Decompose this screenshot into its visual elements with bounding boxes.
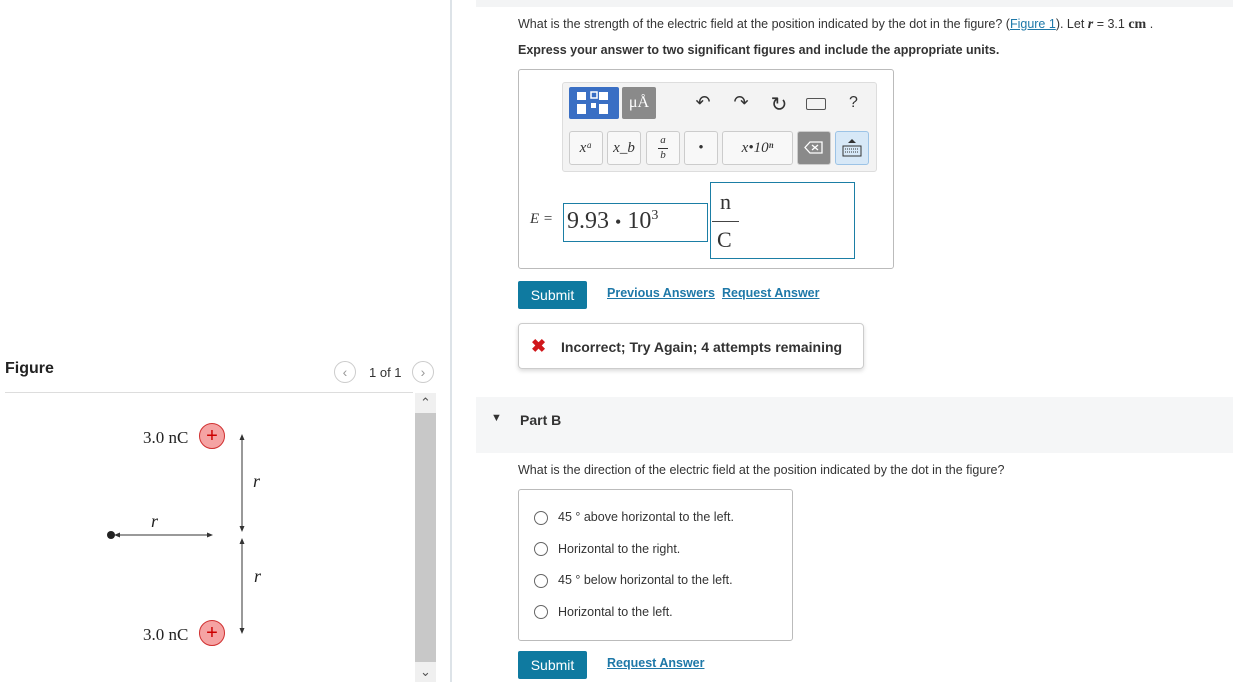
fraction-numerator: a [660, 134, 666, 146]
scroll-up-button[interactable]: ⌃ [415, 393, 436, 413]
arrowhead-down-bottom [239, 628, 245, 634]
figure-link[interactable]: Figure 1 [1010, 17, 1056, 31]
panel-divider [450, 0, 452, 682]
arrowhead-up-top [239, 434, 245, 440]
value-base: 10 [627, 208, 652, 234]
plus-icon: + [206, 622, 218, 644]
value-exponent: 3 [651, 208, 659, 223]
next-figure-button[interactable]: › [412, 361, 434, 383]
unit-denominator: C [717, 227, 732, 252]
r-value: = 3.1 [1093, 17, 1129, 31]
fraction-denominator: b [660, 149, 666, 161]
units-button[interactable]: μÅ [622, 87, 656, 119]
figure-scrollbar[interactable] [415, 393, 436, 682]
keyboard-toggle-icon [842, 139, 862, 157]
option-label-3[interactable]: 45 ° below horizontal to the left. [558, 573, 733, 587]
part-b-header[interactable] [476, 397, 1233, 453]
keyboard-icon[interactable] [806, 98, 826, 110]
arrowhead-up-bottom [239, 538, 245, 544]
templates-icon [577, 91, 608, 114]
superscript-button[interactable]: xᵃ [569, 131, 603, 165]
value-input[interactable]: 9.93 • 103 [563, 203, 708, 242]
dot-button[interactable]: • [684, 131, 718, 165]
request-answer-link-part-b[interactable]: Request Answer [607, 656, 704, 670]
r-label-horizontal: r [151, 511, 159, 531]
option-label-1[interactable]: 45 ° above horizontal to the left. [558, 510, 734, 524]
option-radio-2[interactable] [534, 542, 548, 556]
plus-icon: + [206, 425, 218, 447]
scroll-down-button[interactable]: ⌄ [415, 662, 436, 682]
previous-answers-link[interactable]: Previous Answers [607, 286, 715, 300]
value-dot: • [615, 212, 622, 232]
part-a-band [476, 0, 1233, 7]
x-icon: ✖ [531, 336, 547, 356]
unit-numerator: n [720, 189, 731, 214]
question-text-mid: ). Let [1055, 17, 1088, 31]
top-positive-charge: + [199, 423, 225, 449]
bottom-charge-label: 3.0 nC [143, 625, 189, 644]
chevron-right-icon: › [420, 364, 426, 380]
fraction-button[interactable]: a b [646, 131, 680, 165]
unit-fraction-bar [712, 221, 739, 222]
part-b-question: What is the direction of the electric fi… [518, 463, 1005, 477]
previous-figure-button[interactable]: ‹ [334, 361, 356, 383]
question-text: What is the strength of the electric fie… [518, 17, 1010, 31]
templates-button[interactable] [569, 87, 619, 119]
figure-pager: 1 of 1 [369, 365, 402, 380]
option-label-2[interactable]: Horizontal to the right. [558, 542, 680, 556]
reset-icon[interactable]: ↻ [766, 92, 792, 117]
figure-title: Figure [5, 360, 54, 377]
answer-instruction: Express your answer to two significant f… [518, 43, 1000, 57]
question-period: . [1146, 17, 1154, 31]
option-radio-3[interactable] [534, 574, 548, 588]
figure-panel: Figure ‹ 1 of 1 › 3.0 nC + 3.0 nC + r r … [0, 0, 450, 682]
r-label-bottom: r [254, 566, 262, 586]
equation-label: E = [530, 211, 554, 227]
backspace-icon [804, 141, 823, 154]
help-button[interactable]: ? [849, 94, 858, 112]
caret-down-icon[interactable]: ▼ [491, 412, 502, 424]
part-a-question: What is the strength of the electric fie… [518, 17, 1153, 33]
chevron-up-icon: ⌃ [420, 395, 431, 410]
keyboard-toggle-button[interactable] [835, 131, 869, 165]
chevron-left-icon: ‹ [342, 364, 348, 380]
undo-icon[interactable]: ↶ [690, 92, 716, 113]
request-answer-link-part-a[interactable]: Request Answer [722, 286, 819, 300]
scientific-notation-button[interactable]: x•10ⁿ [722, 131, 793, 165]
chevron-down-icon: ⌄ [420, 664, 431, 679]
feedback-text: Incorrect; Try Again; 4 attempts remaini… [561, 339, 843, 355]
delete-button[interactable] [797, 131, 831, 165]
value-mantissa: 9.93 [567, 208, 609, 234]
field-point-dot [107, 531, 115, 539]
option-radio-4[interactable] [534, 605, 548, 619]
r-label-top: r [253, 471, 261, 491]
option-label-4[interactable]: Horizontal to the left. [558, 605, 673, 619]
submit-button-part-a[interactable]: Submit [518, 281, 587, 309]
option-radio-1[interactable] [534, 511, 548, 525]
top-charge-label: 3.0 nC [143, 428, 189, 447]
r-unit: cm [1128, 17, 1147, 32]
redo-icon[interactable]: ↷ [728, 92, 754, 113]
submit-button-part-b[interactable]: Submit [518, 651, 587, 679]
arrowhead-down-top [239, 526, 245, 532]
arrowhead-right [207, 532, 213, 538]
part-b-title: Part B [520, 412, 562, 428]
bottom-positive-charge: + [199, 620, 225, 646]
subscript-button[interactable]: x_b [607, 131, 641, 165]
